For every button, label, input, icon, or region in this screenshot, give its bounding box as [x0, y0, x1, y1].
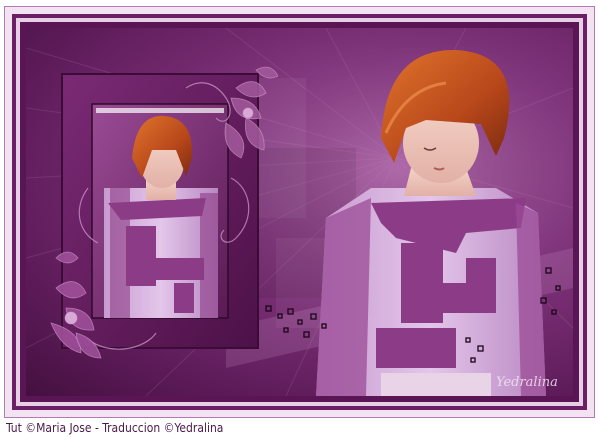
artwork-illustration: Yedralina	[26, 28, 573, 396]
credit-footer: Tut ©Maria Jose - Traduccion ©Yedralina	[6, 421, 224, 435]
framed-portrait	[61, 73, 259, 349]
artwork-canvas: Yedralina	[26, 28, 573, 396]
artist-signature: Yedralina	[496, 375, 558, 390]
